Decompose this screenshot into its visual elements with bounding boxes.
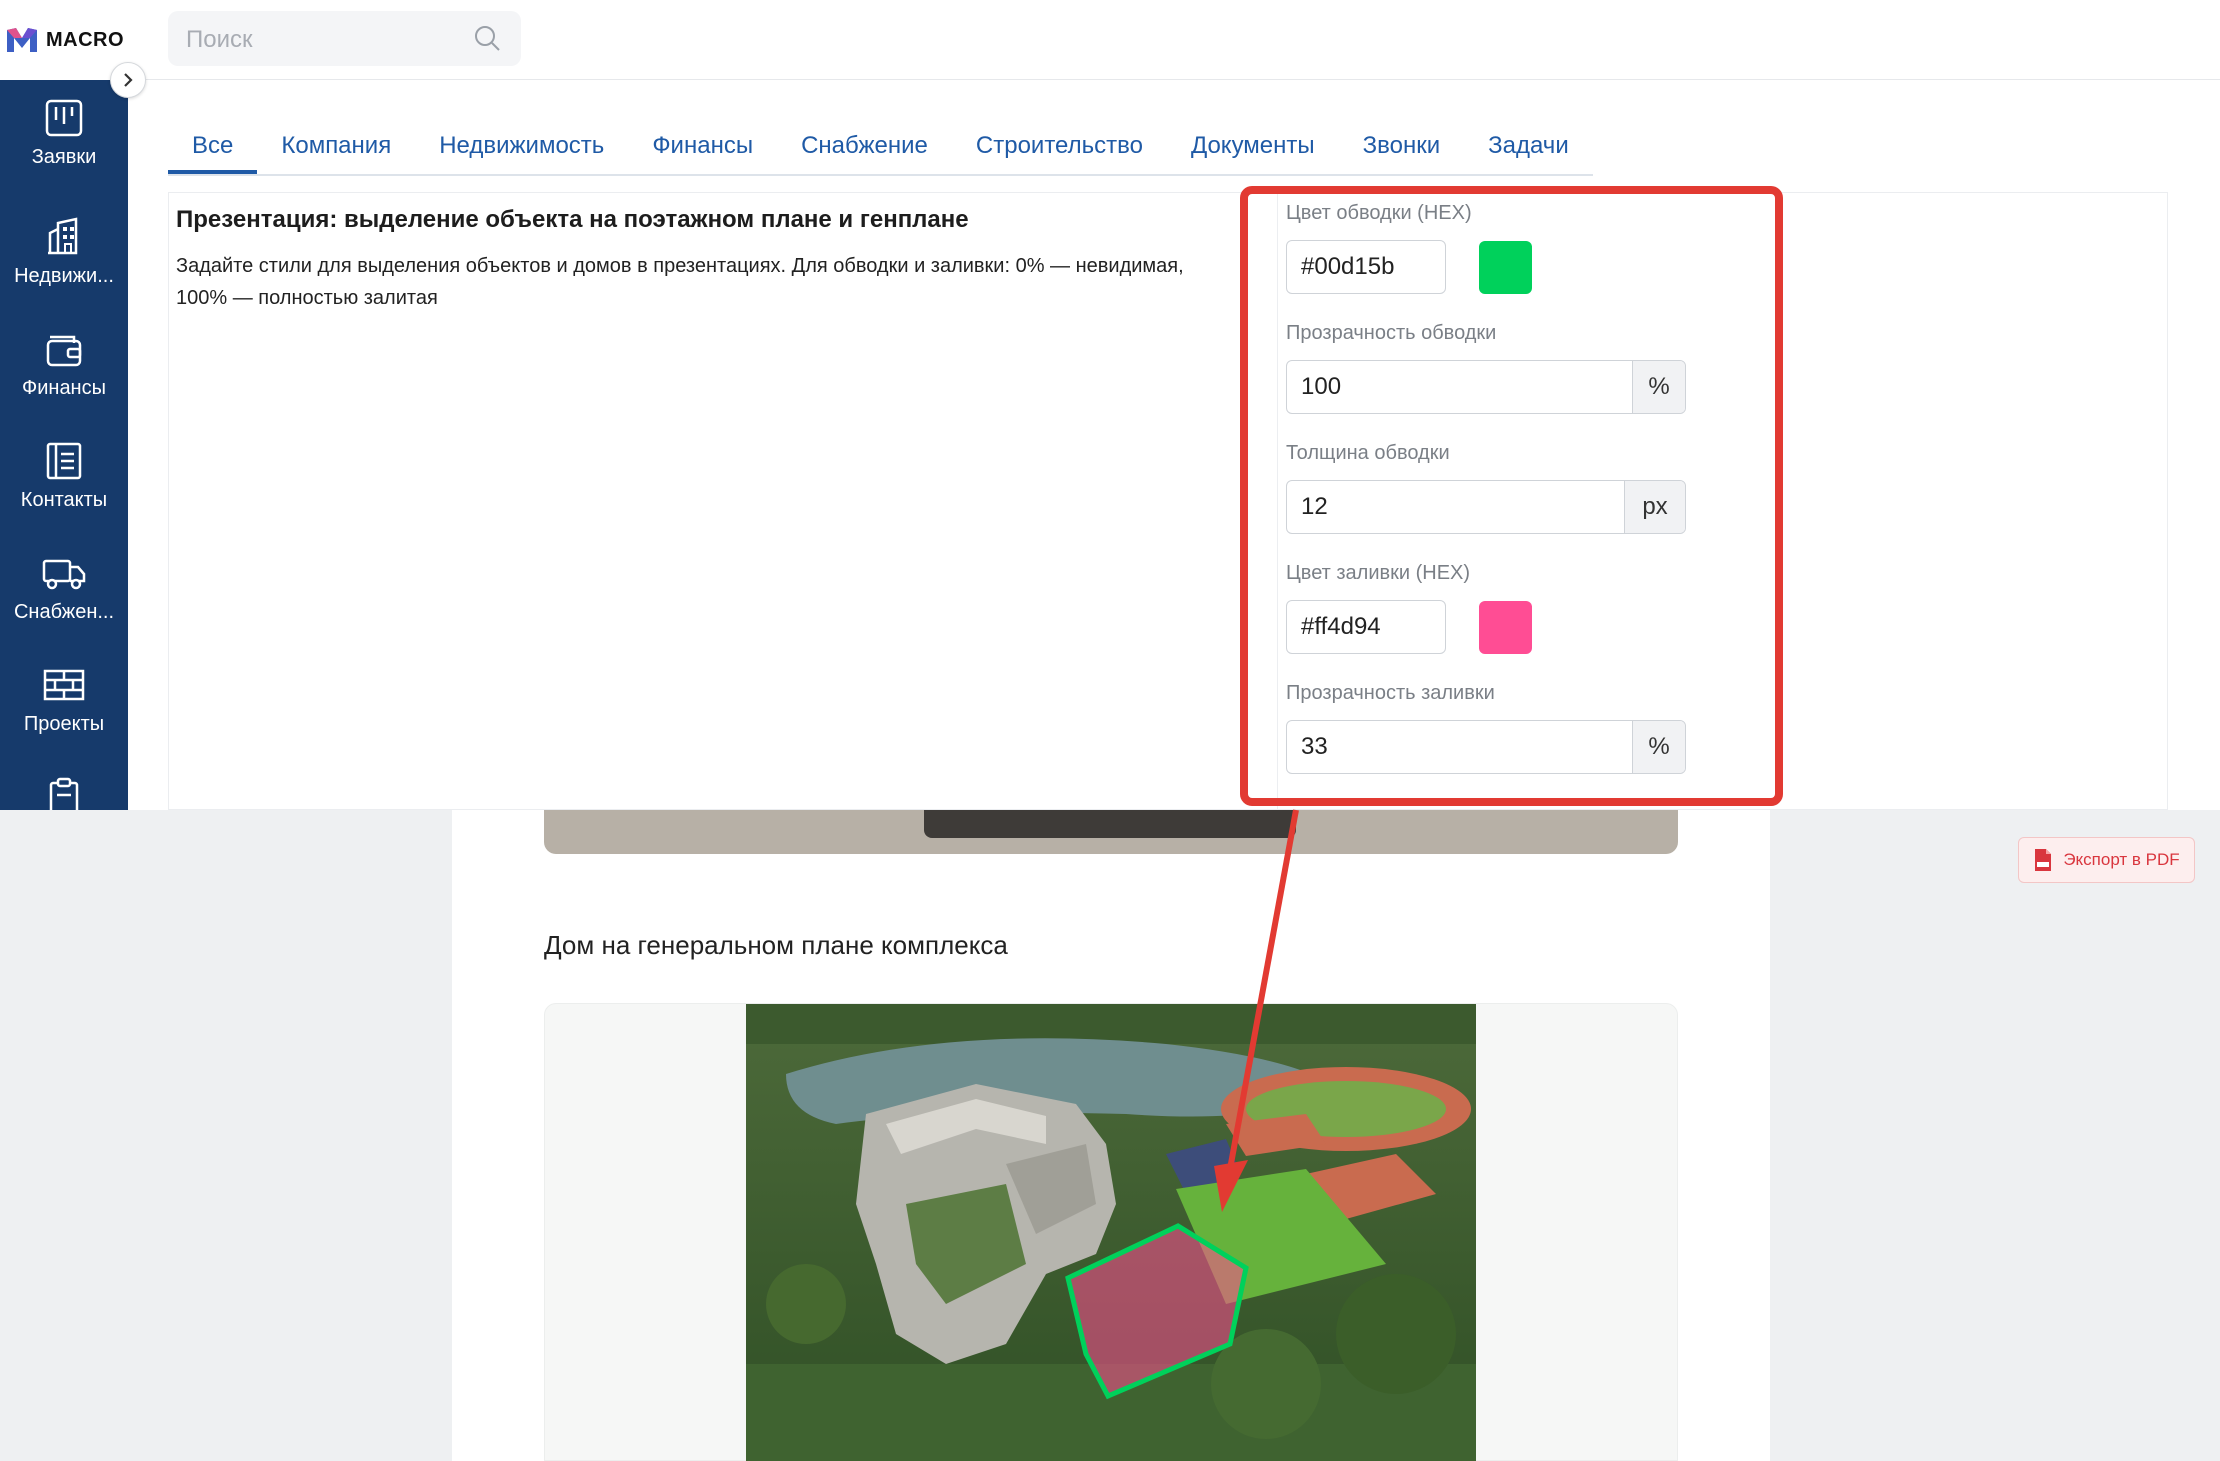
fill-color-swatch[interactable] (1479, 601, 1532, 654)
stroke-color-swatch[interactable] (1479, 241, 1532, 294)
fill-opacity-unit: % (1632, 721, 1685, 773)
fill-opacity-field[interactable]: % (1286, 720, 1686, 774)
sidebar-item-contacts[interactable]: Контакты (0, 441, 128, 541)
stroke-color-input[interactable] (1287, 241, 1445, 293)
view-3d-button-fragment (924, 810, 1296, 838)
truck-icon (42, 559, 86, 590)
contacts-icon (46, 442, 82, 480)
sidebar-item-label: Проекты (23, 713, 105, 735)
header-divider (128, 79, 2220, 80)
sidebar-item-tasks[interactable] (0, 777, 128, 810)
building-icon (48, 217, 78, 255)
fill-color-input[interactable] (1287, 601, 1445, 653)
fill-color-field[interactable] (1286, 600, 1446, 654)
fill-color-label: Цвет заливки (HEX) (1286, 562, 1471, 584)
search-box[interactable] (168, 11, 521, 68)
stroke-width-label: Толщина обводки (1286, 442, 1450, 464)
sidebar-item-label: Контакты (20, 489, 108, 511)
sidebar-item-label: Снабжен... (13, 601, 115, 623)
stroke-opacity-unit: % (1632, 361, 1685, 413)
tab-finance[interactable]: Финансы (628, 118, 777, 174)
sidebar-collapse-button[interactable] (110, 62, 146, 98)
genplan-section-title: Дом на генеральном плане комплекса (544, 930, 1008, 960)
fill-opacity-input[interactable] (1287, 721, 1632, 773)
requests-icon (45, 99, 83, 137)
stroke-opacity-label: Прозрачность обводки (1286, 322, 1497, 344)
macro-logo-icon (7, 28, 37, 52)
tab-documents[interactable]: Документы (1167, 118, 1339, 174)
tab-company[interactable]: Компания (257, 118, 415, 174)
sidebar-item-label: Финансы (22, 377, 106, 399)
tab-construction[interactable]: Строительство (952, 118, 1167, 174)
setting-description: Задайте стили для выделения объектов и д… (176, 255, 1184, 309)
stroke-color-field[interactable] (1286, 240, 1446, 294)
stroke-width-field[interactable]: px (1286, 480, 1686, 534)
sidebar-item-projects[interactable]: Проекты (0, 665, 128, 765)
sidebar: Заявки Недвижи... Финансы Контакты Снабж… (0, 80, 128, 810)
sidebar-item-label: Недвижи... (14, 265, 114, 287)
sidebar-item-realty[interactable]: Недвижи... (0, 217, 128, 317)
tab-tasks[interactable]: Задачи (1464, 118, 1593, 174)
setting-divider (1277, 192, 1278, 810)
category-tabs: Все Компания Недвижимость Финансы Снабже… (168, 118, 1593, 176)
tab-realty[interactable]: Недвижимость (415, 118, 628, 174)
fill-opacity-label: Прозрачность заливки (1286, 682, 1495, 704)
chevron-right-icon (124, 73, 133, 87)
search-input[interactable] (184, 11, 468, 68)
clipboard-icon (49, 777, 79, 810)
sidebar-item-label: Заявки (31, 146, 97, 168)
tab-calls[interactable]: Звонки (1339, 118, 1464, 174)
tab-all[interactable]: Все (168, 118, 258, 174)
sidebar-item-supply[interactable]: Снабжен... (0, 553, 128, 653)
stroke-width-unit: px (1624, 481, 1685, 533)
stroke-opacity-field[interactable]: % (1286, 360, 1686, 414)
search-icon[interactable] (473, 24, 501, 52)
floorplan-image-fragment (544, 810, 1678, 854)
export-pdf-label: Экспорт в PDF (2063, 850, 2180, 869)
pdf-icon (2035, 849, 2052, 871)
setting-title: Презентация: выделение объекта на поэтаж… (176, 206, 969, 233)
export-pdf-button[interactable]: Экспорт в PDF (2018, 837, 2195, 883)
sidebar-item-finance[interactable]: Финансы (0, 329, 128, 429)
genplan-aerial-image (746, 1004, 1476, 1461)
logo[interactable]: MACRO (0, 0, 128, 80)
bricks-icon (43, 669, 85, 701)
wallet-icon (46, 335, 82, 367)
stroke-opacity-input[interactable] (1287, 361, 1632, 413)
tab-supply[interactable]: Снабжение (777, 118, 952, 174)
sidebar-item-requests[interactable]: Заявки (0, 98, 128, 198)
stroke-color-label: Цвет обводки (HEX) (1286, 202, 1472, 224)
brand-name: MACRO (46, 28, 125, 51)
stroke-width-input[interactable] (1287, 481, 1624, 533)
